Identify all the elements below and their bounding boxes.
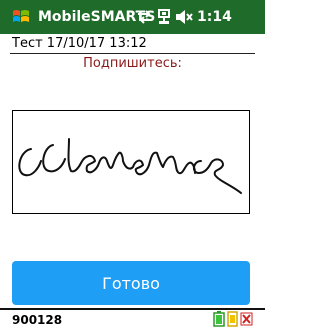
signature-prompt: Подпишитесь:	[83, 56, 182, 71]
done-button[interactable]: Готово	[12, 261, 250, 305]
signature-pad[interactable]	[12, 110, 250, 214]
battery-icon[interactable]	[213, 311, 225, 327]
footer-code: 900128	[12, 313, 63, 327]
connection-status-icon[interactable]	[226, 311, 239, 327]
footer-divider	[0, 308, 265, 310]
network-sync-icon[interactable]	[137, 9, 153, 25]
windows-logo-icon[interactable]	[12, 8, 30, 26]
header-divider	[10, 53, 255, 54]
speaker-muted-icon[interactable]	[175, 9, 193, 25]
close-icon[interactable]	[240, 311, 253, 327]
device-icon[interactable]	[157, 9, 171, 25]
signature-stroke	[18, 138, 242, 194]
document-header: Тест 17/10/17 13:12	[12, 36, 147, 51]
clock: 1:14	[197, 9, 232, 25]
title-bar: MobileSMARTS 1:14	[0, 0, 265, 34]
